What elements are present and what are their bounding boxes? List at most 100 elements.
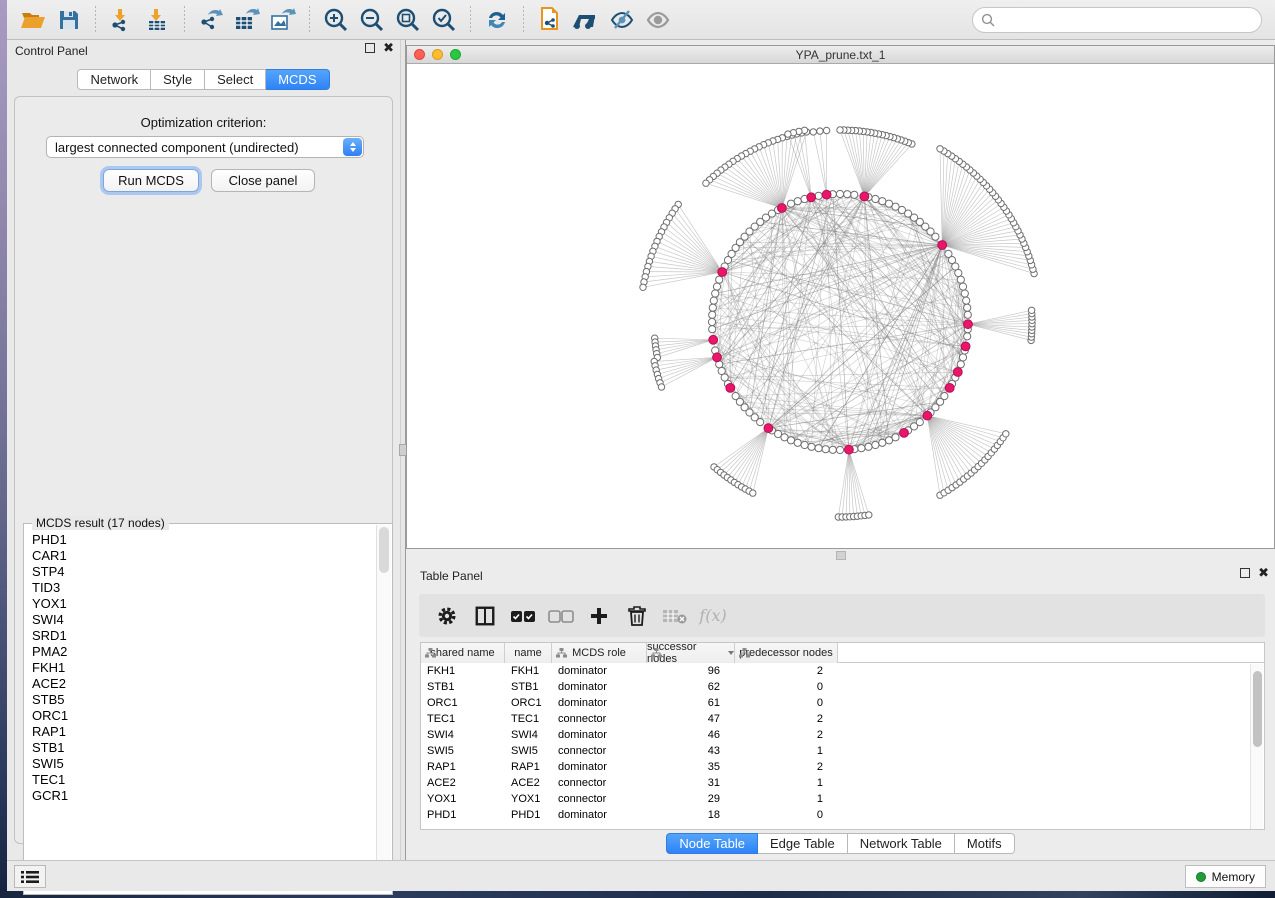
table-cell[interactable]: 43 bbox=[647, 743, 735, 759]
table-cell[interactable]: STB1 bbox=[505, 679, 552, 695]
mcds-result-item[interactable]: STB5 bbox=[25, 692, 377, 708]
table-cell[interactable]: ORC1 bbox=[505, 695, 552, 711]
table-cell[interactable]: 2 bbox=[735, 759, 838, 775]
table-cell[interactable]: connector bbox=[552, 791, 647, 807]
table-cell[interactable]: 2 bbox=[735, 663, 838, 679]
table-cell[interactable]: ACE2 bbox=[421, 775, 505, 791]
select-all-rows-button[interactable] bbox=[506, 602, 540, 630]
table-row[interactable]: TEC1TEC1connector472 bbox=[421, 711, 1264, 727]
table-row[interactable]: SWI5SWI5connector431 bbox=[421, 743, 1264, 759]
table-cell[interactable]: SWI4 bbox=[421, 727, 505, 743]
show-columns-button[interactable] bbox=[468, 602, 502, 630]
mcds-result-item[interactable]: SWI5 bbox=[25, 756, 377, 772]
network-graph[interactable] bbox=[407, 64, 1274, 548]
tab-select[interactable]: Select bbox=[205, 69, 266, 90]
mcds-result-item[interactable]: SWI4 bbox=[25, 612, 377, 628]
mcds-result-item[interactable]: STB1 bbox=[25, 740, 377, 756]
search-input[interactable] bbox=[996, 10, 1261, 30]
table-cell[interactable]: RAP1 bbox=[421, 759, 505, 775]
mcds-result-item[interactable]: TEC1 bbox=[25, 772, 377, 788]
criterion-select[interactable]: largest connected component (undirected) bbox=[46, 136, 364, 158]
zoom-selected-button[interactable] bbox=[429, 5, 459, 35]
mcds-result-item[interactable]: FKH1 bbox=[25, 660, 377, 676]
table-cell[interactable]: ACE2 bbox=[505, 775, 552, 791]
table-row[interactable]: ORC1ORC1dominator610 bbox=[421, 695, 1264, 711]
table-cell[interactable]: connector bbox=[552, 711, 647, 727]
delete-column-button[interactable] bbox=[620, 602, 654, 630]
table-cell[interactable]: TEC1 bbox=[505, 711, 552, 727]
mcds-result-item[interactable]: GCR1 bbox=[25, 788, 377, 804]
table-row[interactable]: RAP1RAP1dominator352 bbox=[421, 759, 1264, 775]
export-network-button[interactable] bbox=[196, 5, 226, 35]
hide-selected-button[interactable] bbox=[607, 5, 637, 35]
open-file-button[interactable] bbox=[18, 5, 48, 35]
table-cell[interactable]: 31 bbox=[647, 775, 735, 791]
float-panel-icon[interactable] bbox=[365, 43, 375, 53]
column-header-mcds-role[interactable]: MCDS role bbox=[552, 643, 647, 663]
column-header-predecessor-nodes[interactable]: predecessor nodes bbox=[735, 643, 838, 663]
mcds-result-item[interactable]: STP4 bbox=[25, 564, 377, 580]
zoom-in-button[interactable] bbox=[321, 5, 351, 35]
tab-mcds[interactable]: MCDS bbox=[266, 69, 329, 90]
column-header-name[interactable]: name bbox=[505, 643, 552, 663]
table-cell[interactable]: SWI4 bbox=[505, 727, 552, 743]
column-header-shared-name[interactable]: shared name bbox=[421, 643, 505, 663]
table-cell[interactable]: SWI5 bbox=[505, 743, 552, 759]
table-scrollbar[interactable] bbox=[1250, 664, 1263, 829]
export-image-button[interactable] bbox=[268, 5, 298, 35]
column-header-successor-nodes[interactable]: successor nodes bbox=[647, 643, 735, 663]
add-column-button[interactable] bbox=[582, 602, 616, 630]
save-session-button[interactable] bbox=[54, 5, 84, 35]
table-cell[interactable]: dominator bbox=[552, 807, 647, 823]
table-cell[interactable]: 0 bbox=[735, 679, 838, 695]
clone-network-button[interactable] bbox=[535, 5, 565, 35]
table-cell[interactable]: 46 bbox=[647, 727, 735, 743]
show-all-button[interactable] bbox=[643, 5, 673, 35]
run-mcds-button[interactable]: Run MCDS bbox=[103, 169, 199, 192]
table-scrollbar-thumb[interactable] bbox=[1253, 671, 1262, 747]
import-table-button[interactable] bbox=[143, 5, 173, 35]
table-cell[interactable]: 1 bbox=[735, 743, 838, 759]
close-panel-icon[interactable]: ✖ bbox=[1258, 568, 1269, 578]
mcds-result-item[interactable]: SRD1 bbox=[25, 628, 377, 644]
table-cell[interactable]: 1 bbox=[735, 775, 838, 791]
table-row[interactable]: SWI4SWI4dominator462 bbox=[421, 727, 1264, 743]
tab-node-table[interactable]: Node Table bbox=[666, 833, 758, 854]
table-cell[interactable]: dominator bbox=[552, 663, 647, 679]
mcds-result-item[interactable]: TID3 bbox=[25, 580, 377, 596]
table-cell[interactable]: connector bbox=[552, 743, 647, 759]
table-row[interactable]: FKH1FKH1dominator962 bbox=[421, 663, 1264, 679]
table-cell[interactable]: 35 bbox=[647, 759, 735, 775]
find-button[interactable] bbox=[571, 5, 601, 35]
table-cell[interactable]: dominator bbox=[552, 679, 647, 695]
table-cell[interactable]: RAP1 bbox=[505, 759, 552, 775]
table-cell[interactable]: 61 bbox=[647, 695, 735, 711]
table-cell[interactable]: SWI5 bbox=[421, 743, 505, 759]
float-panel-icon[interactable] bbox=[1240, 568, 1250, 578]
table-cell[interactable]: 18 bbox=[647, 807, 735, 823]
tab-network[interactable]: Network bbox=[77, 69, 151, 90]
tab-style[interactable]: Style bbox=[151, 69, 205, 90]
refresh-layout-button[interactable] bbox=[482, 5, 512, 35]
table-cell[interactable]: 2 bbox=[735, 727, 838, 743]
table-cell[interactable]: FKH1 bbox=[505, 663, 552, 679]
horizontal-splitter-grip[interactable] bbox=[836, 551, 846, 560]
table-row[interactable]: PHD1PHD1dominator180 bbox=[421, 807, 1264, 823]
mcds-result-item[interactable]: ORC1 bbox=[25, 708, 377, 724]
tab-edge-table[interactable]: Edge Table bbox=[758, 833, 848, 854]
zoom-fit-button[interactable] bbox=[393, 5, 423, 35]
table-cell[interactable]: 29 bbox=[647, 791, 735, 807]
import-network-button[interactable] bbox=[107, 5, 137, 35]
table-cell[interactable]: YOX1 bbox=[505, 791, 552, 807]
mcds-result-item[interactable]: ACE2 bbox=[25, 676, 377, 692]
table-cell[interactable]: dominator bbox=[552, 759, 647, 775]
table-cell[interactable]: dominator bbox=[552, 695, 647, 711]
mcds-result-item[interactable]: RAP1 bbox=[25, 724, 377, 740]
close-window-icon[interactable] bbox=[414, 49, 425, 60]
maximize-window-icon[interactable] bbox=[450, 49, 461, 60]
minimize-window-icon[interactable] bbox=[432, 49, 443, 60]
table-cell[interactable]: 0 bbox=[735, 695, 838, 711]
table-cell[interactable]: ORC1 bbox=[421, 695, 505, 711]
table-cell[interactable]: 2 bbox=[735, 711, 838, 727]
table-cell[interactable]: FKH1 bbox=[421, 663, 505, 679]
